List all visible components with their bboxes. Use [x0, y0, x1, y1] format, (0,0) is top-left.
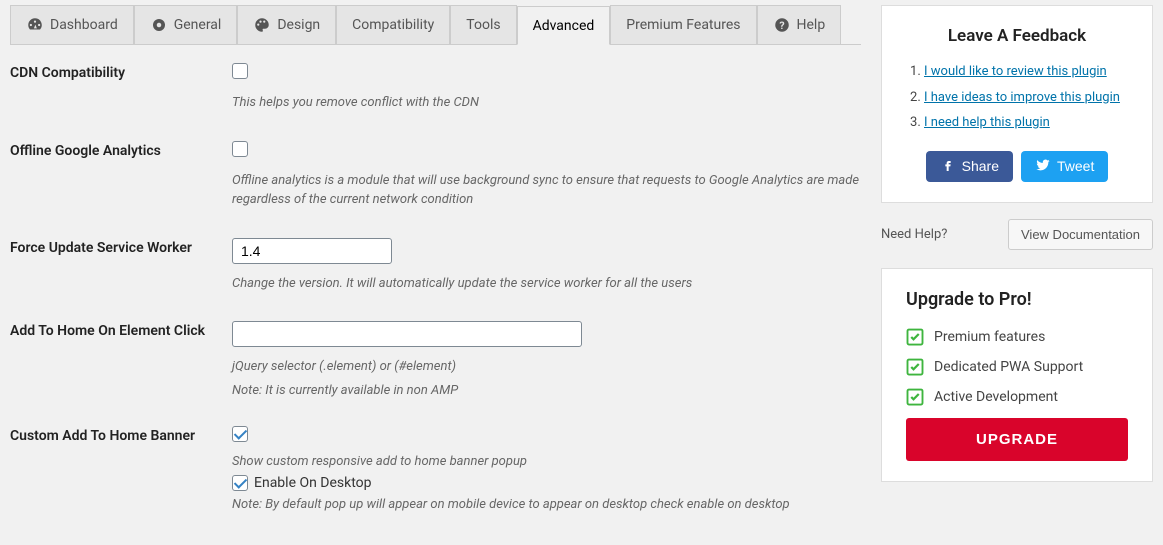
- tab-label: Tools: [466, 17, 500, 33]
- force-update-desc: Change the version. It will automaticall…: [232, 274, 861, 294]
- pro-feature: Active Development: [934, 389, 1058, 405]
- pro-feature: Dedicated PWA Support: [934, 359, 1083, 375]
- view-documentation-button[interactable]: View Documentation: [1008, 219, 1153, 250]
- tab-bar: Dashboard General Design Compatibility T…: [10, 5, 861, 45]
- custom-banner-label: Custom Add To Home Banner: [10, 426, 232, 444]
- need-help-text: Need Help?: [881, 227, 947, 242]
- force-update-label: Force Update Service Worker: [10, 238, 232, 256]
- feedback-link-ideas[interactable]: I have ideas to improve this plugin: [924, 90, 1120, 105]
- twitter-icon: [1035, 157, 1051, 176]
- feedback-link-review[interactable]: I would like to review this plugin: [924, 64, 1107, 79]
- enable-desktop-label: Enable On Desktop: [254, 475, 372, 491]
- feedback-link-help[interactable]: I need help this plugin: [924, 115, 1050, 130]
- feedback-list: I would like to review this plugin I hav…: [906, 62, 1128, 133]
- tab-label: Premium Features: [626, 17, 740, 33]
- list-item: Dedicated PWA Support: [906, 358, 1128, 376]
- custom-banner-desc: Show custom responsive add to home banne…: [232, 452, 861, 472]
- add-to-home-note: Note: It is currently available in non A…: [232, 383, 861, 398]
- tab-label: Help: [797, 17, 826, 33]
- upgrade-button[interactable]: UPGRADE: [906, 418, 1128, 461]
- list-item: Active Development: [906, 388, 1128, 406]
- tab-label: General: [174, 17, 222, 33]
- tab-dashboard[interactable]: Dashboard: [10, 5, 134, 44]
- svg-text:?: ?: [779, 19, 784, 32]
- feedback-box: Leave A Feedback I would like to review …: [881, 5, 1153, 203]
- tweet-label: Tweet: [1057, 158, 1094, 174]
- cdn-desc: This helps you remove conflict with the …: [232, 93, 861, 113]
- tab-tools[interactable]: Tools: [450, 5, 516, 44]
- upgrade-box: Upgrade to Pro! Premium features Dedicat…: [881, 268, 1153, 482]
- help-icon: ?: [773, 16, 791, 34]
- tab-general[interactable]: General: [134, 5, 238, 44]
- add-to-home-label: Add To Home On Element Click: [10, 321, 232, 339]
- check-icon: [906, 328, 924, 346]
- feedback-title: Leave A Feedback: [906, 26, 1128, 46]
- cdn-checkbox[interactable]: [232, 63, 248, 79]
- tab-label: Advanced: [533, 18, 595, 34]
- enable-desktop-checkbox[interactable]: [232, 475, 248, 491]
- offline-ga-checkbox[interactable]: [232, 141, 248, 157]
- cdn-label: CDN Compatibility: [10, 63, 232, 81]
- force-update-input[interactable]: [232, 238, 392, 264]
- dashboard-icon: [26, 16, 44, 34]
- check-icon: [906, 358, 924, 376]
- tab-premium[interactable]: Premium Features: [610, 5, 756, 44]
- list-item: Premium features: [906, 328, 1128, 346]
- pro-feature: Premium features: [934, 329, 1045, 345]
- tab-design[interactable]: Design: [237, 5, 336, 44]
- tab-label: Design: [277, 17, 320, 33]
- add-to-home-desc: jQuery selector (.element) or (#element): [232, 357, 861, 377]
- tab-compatibility[interactable]: Compatibility: [336, 5, 450, 44]
- offline-ga-label: Offline Google Analytics: [10, 141, 232, 159]
- facebook-icon: [940, 157, 956, 176]
- design-icon: [253, 16, 271, 34]
- enable-desktop-row: Enable On Desktop: [232, 475, 861, 491]
- share-label: Share: [962, 158, 999, 174]
- share-facebook-button[interactable]: Share: [926, 151, 1013, 182]
- share-twitter-button[interactable]: Tweet: [1021, 151, 1108, 182]
- check-icon: [906, 388, 924, 406]
- custom-banner-checkbox[interactable]: [232, 426, 248, 442]
- tab-label: Compatibility: [352, 17, 434, 33]
- general-icon: [150, 16, 168, 34]
- tab-help[interactable]: ? Help: [757, 5, 842, 44]
- add-to-home-input[interactable]: [232, 321, 582, 347]
- upgrade-title: Upgrade to Pro!: [906, 289, 1128, 310]
- tab-advanced[interactable]: Advanced: [517, 6, 611, 45]
- offline-ga-desc: Offline analytics is a module that will …: [232, 171, 861, 210]
- tab-label: Dashboard: [50, 17, 118, 33]
- custom-banner-note: Note: By default pop up will appear on m…: [232, 497, 861, 512]
